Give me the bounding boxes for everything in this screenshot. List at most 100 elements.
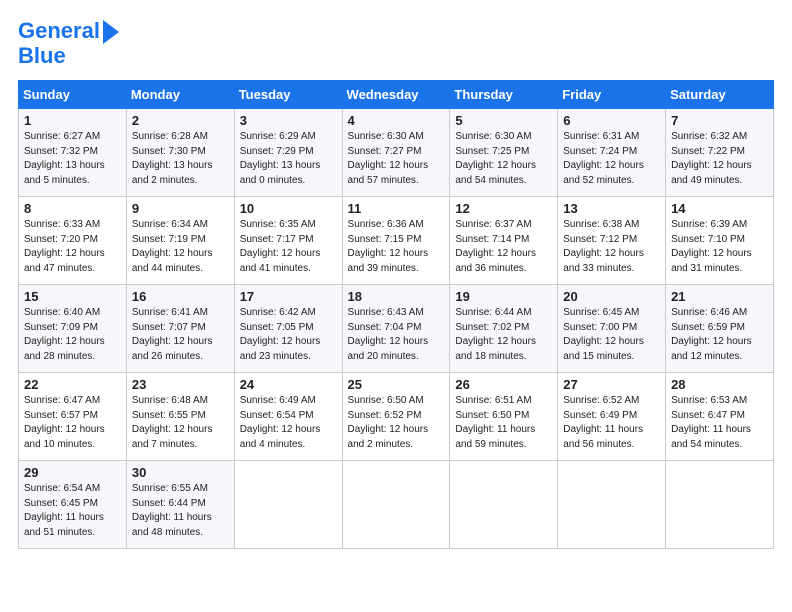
calendar-cell: 6 Sunrise: 6:31 AMSunset: 7:24 PMDaylight… xyxy=(558,109,666,197)
calendar-cell: 20Sunrise: 6:45 AMSunset: 7:00 PMDayligh… xyxy=(558,285,666,373)
header: General Blue xyxy=(18,18,774,68)
day-detail: Sunrise: 6:40 AMSunset: 7:09 PMDaylight:… xyxy=(24,306,121,364)
day-number: 25 xyxy=(348,377,445,392)
day-number: 21 xyxy=(671,289,768,304)
day-number: 1 xyxy=(24,113,121,128)
day-detail: Sunrise: 6:33 AMSunset: 7:20 PMDaylight:… xyxy=(24,218,121,276)
calendar-cell: 13 Sunrise: 6:38 AMSunset: 7:12 PMDayligh… xyxy=(558,197,666,285)
day-detail: Sunrise: 6:31 AMSunset: 7:24 PMDaylight:… xyxy=(563,130,660,188)
day-number: 6 xyxy=(563,113,660,128)
calendar-cell: 14 Sunrise: 6:39 AMSunset: 7:10 PMDayligh… xyxy=(666,197,774,285)
calendar-cell: 21 Sunrise: 6:46 AMSunset: 6:59 PMDayligh… xyxy=(666,285,774,373)
logo: General Blue xyxy=(18,18,119,68)
day-detail: Sunrise: 6:39 AMSunset: 7:10 PMDaylight:… xyxy=(671,218,768,276)
calendar-cell: 26 Sunrise: 6:51 AMSunset: 6:50 PMDayligh… xyxy=(450,373,558,461)
calendar-cell: 12 Sunrise: 6:37 AMSunset: 7:14 PMDayligh… xyxy=(450,197,558,285)
calendar-cell: 23 Sunrise: 6:48 AMSunset: 6:55 PMDayligh… xyxy=(126,373,234,461)
day-number: 24 xyxy=(240,377,337,392)
day-detail: Sunrise: 6:28 AMSunset: 7:30 PMDaylight:… xyxy=(132,130,229,188)
header-thursday: Thursday xyxy=(450,81,558,109)
calendar-cell: 24 Sunrise: 6:49 AMSunset: 6:54 PMDayligh… xyxy=(234,373,342,461)
day-number: 18 xyxy=(348,289,445,304)
calendar-cell: 15 Sunrise: 6:40 AMSunset: 7:09 PMDayligh… xyxy=(19,285,127,373)
calendar-cell xyxy=(234,461,342,549)
calendar-week-row: 15 Sunrise: 6:40 AMSunset: 7:09 PMDayligh… xyxy=(19,285,774,373)
day-detail: Sunrise: 6:51 AMSunset: 6:50 PMDaylight:… xyxy=(455,394,552,452)
calendar-cell xyxy=(342,461,450,549)
day-detail: Sunrise: 6:30 AMSunset: 7:25 PMDaylight:… xyxy=(455,130,552,188)
day-detail: Sunrise: 6:29 AMSunset: 7:29 PMDaylight:… xyxy=(240,130,337,188)
calendar-cell: 10 Sunrise: 6:35 AMSunset: 7:17 PMDayligh… xyxy=(234,197,342,285)
calendar-week-row: 1Sunrise: 6:27 AMSunset: 7:32 PMDaylight… xyxy=(19,109,774,197)
calendar-week-row: 8Sunrise: 6:33 AMSunset: 7:20 PMDaylight… xyxy=(19,197,774,285)
day-detail: Sunrise: 6:44 AMSunset: 7:02 PMDaylight:… xyxy=(455,306,552,364)
day-detail: Sunrise: 6:30 AMSunset: 7:27 PMDaylight:… xyxy=(348,130,445,188)
calendar-cell: 29Sunrise: 6:54 AMSunset: 6:45 PMDayligh… xyxy=(19,461,127,549)
day-number: 27 xyxy=(563,377,660,392)
calendar-cell: 7Sunrise: 6:32 AMSunset: 7:22 PMDaylight… xyxy=(666,109,774,197)
day-number: 12 xyxy=(455,201,552,216)
day-detail: Sunrise: 6:53 AMSunset: 6:47 PMDaylight:… xyxy=(671,394,768,452)
header-tuesday: Tuesday xyxy=(234,81,342,109)
day-detail: Sunrise: 6:35 AMSunset: 7:17 PMDaylight:… xyxy=(240,218,337,276)
calendar-cell: 16 Sunrise: 6:41 AMSunset: 7:07 PMDayligh… xyxy=(126,285,234,373)
header-sunday: Sunday xyxy=(19,81,127,109)
day-number: 19 xyxy=(455,289,552,304)
calendar-cell xyxy=(666,461,774,549)
calendar-week-row: 29Sunrise: 6:54 AMSunset: 6:45 PMDayligh… xyxy=(19,461,774,549)
day-number: 30 xyxy=(132,465,229,480)
calendar-cell: 11Sunrise: 6:36 AMSunset: 7:15 PMDayligh… xyxy=(342,197,450,285)
calendar-cell: 8Sunrise: 6:33 AMSunset: 7:20 PMDaylight… xyxy=(19,197,127,285)
day-detail: Sunrise: 6:42 AMSunset: 7:05 PMDaylight:… xyxy=(240,306,337,364)
calendar-cell: 22 Sunrise: 6:47 AMSunset: 6:57 PMDayligh… xyxy=(19,373,127,461)
day-number: 2 xyxy=(132,113,229,128)
calendar-cell: 3 Sunrise: 6:29 AMSunset: 7:29 PMDaylight… xyxy=(234,109,342,197)
day-number: 20 xyxy=(563,289,660,304)
day-number: 4 xyxy=(348,113,445,128)
day-detail: Sunrise: 6:48 AMSunset: 6:55 PMDaylight:… xyxy=(132,394,229,452)
header-friday: Friday xyxy=(558,81,666,109)
header-saturday: Saturday xyxy=(666,81,774,109)
day-detail: Sunrise: 6:49 AMSunset: 6:54 PMDaylight:… xyxy=(240,394,337,452)
day-detail: Sunrise: 6:34 AMSunset: 7:19 PMDaylight:… xyxy=(132,218,229,276)
day-detail: Sunrise: 6:41 AMSunset: 7:07 PMDaylight:… xyxy=(132,306,229,364)
day-number: 15 xyxy=(24,289,121,304)
calendar-cell xyxy=(558,461,666,549)
calendar-cell: 18 Sunrise: 6:43 AMSunset: 7:04 PMDayligh… xyxy=(342,285,450,373)
day-detail: Sunrise: 6:32 AMSunset: 7:22 PMDaylight:… xyxy=(671,130,768,188)
day-number: 23 xyxy=(132,377,229,392)
day-number: 22 xyxy=(24,377,121,392)
logo-text-line1: General xyxy=(18,19,100,43)
calendar-table: SundayMondayTuesdayWednesdayThursdayFrid… xyxy=(18,80,774,549)
day-number: 17 xyxy=(240,289,337,304)
calendar-cell: 28 Sunrise: 6:53 AMSunset: 6:47 PMDayligh… xyxy=(666,373,774,461)
calendar-cell: 25 Sunrise: 6:50 AMSunset: 6:52 PMDayligh… xyxy=(342,373,450,461)
day-number: 11 xyxy=(348,201,445,216)
calendar-cell: 4 Sunrise: 6:30 AMSunset: 7:27 PMDaylight… xyxy=(342,109,450,197)
day-detail: Sunrise: 6:38 AMSunset: 7:12 PMDaylight:… xyxy=(563,218,660,276)
calendar-cell: 1Sunrise: 6:27 AMSunset: 7:32 PMDaylight… xyxy=(19,109,127,197)
calendar-cell: 19 Sunrise: 6:44 AMSunset: 7:02 PMDayligh… xyxy=(450,285,558,373)
calendar-week-row: 22 Sunrise: 6:47 AMSunset: 6:57 PMDayligh… xyxy=(19,373,774,461)
day-detail: Sunrise: 6:47 AMSunset: 6:57 PMDaylight:… xyxy=(24,394,121,452)
calendar-cell: 2 Sunrise: 6:28 AMSunset: 7:30 PMDaylight… xyxy=(126,109,234,197)
day-detail: Sunrise: 6:46 AMSunset: 6:59 PMDaylight:… xyxy=(671,306,768,364)
day-number: 16 xyxy=(132,289,229,304)
day-detail: Sunrise: 6:37 AMSunset: 7:14 PMDaylight:… xyxy=(455,218,552,276)
day-detail: Sunrise: 6:52 AMSunset: 6:49 PMDaylight:… xyxy=(563,394,660,452)
day-number: 13 xyxy=(563,201,660,216)
day-detail: Sunrise: 6:55 AMSunset: 6:44 PMDaylight:… xyxy=(132,482,229,540)
day-detail: Sunrise: 6:43 AMSunset: 7:04 PMDaylight:… xyxy=(348,306,445,364)
day-number: 26 xyxy=(455,377,552,392)
day-detail: Sunrise: 6:50 AMSunset: 6:52 PMDaylight:… xyxy=(348,394,445,452)
day-number: 14 xyxy=(671,201,768,216)
calendar-header-row: SundayMondayTuesdayWednesdayThursdayFrid… xyxy=(19,81,774,109)
day-number: 5 xyxy=(455,113,552,128)
calendar-cell: 9 Sunrise: 6:34 AMSunset: 7:19 PMDaylight… xyxy=(126,197,234,285)
day-number: 3 xyxy=(240,113,337,128)
day-number: 28 xyxy=(671,377,768,392)
calendar-cell xyxy=(450,461,558,549)
day-number: 9 xyxy=(132,201,229,216)
logo-arrow-icon xyxy=(103,20,119,44)
day-number: 10 xyxy=(240,201,337,216)
